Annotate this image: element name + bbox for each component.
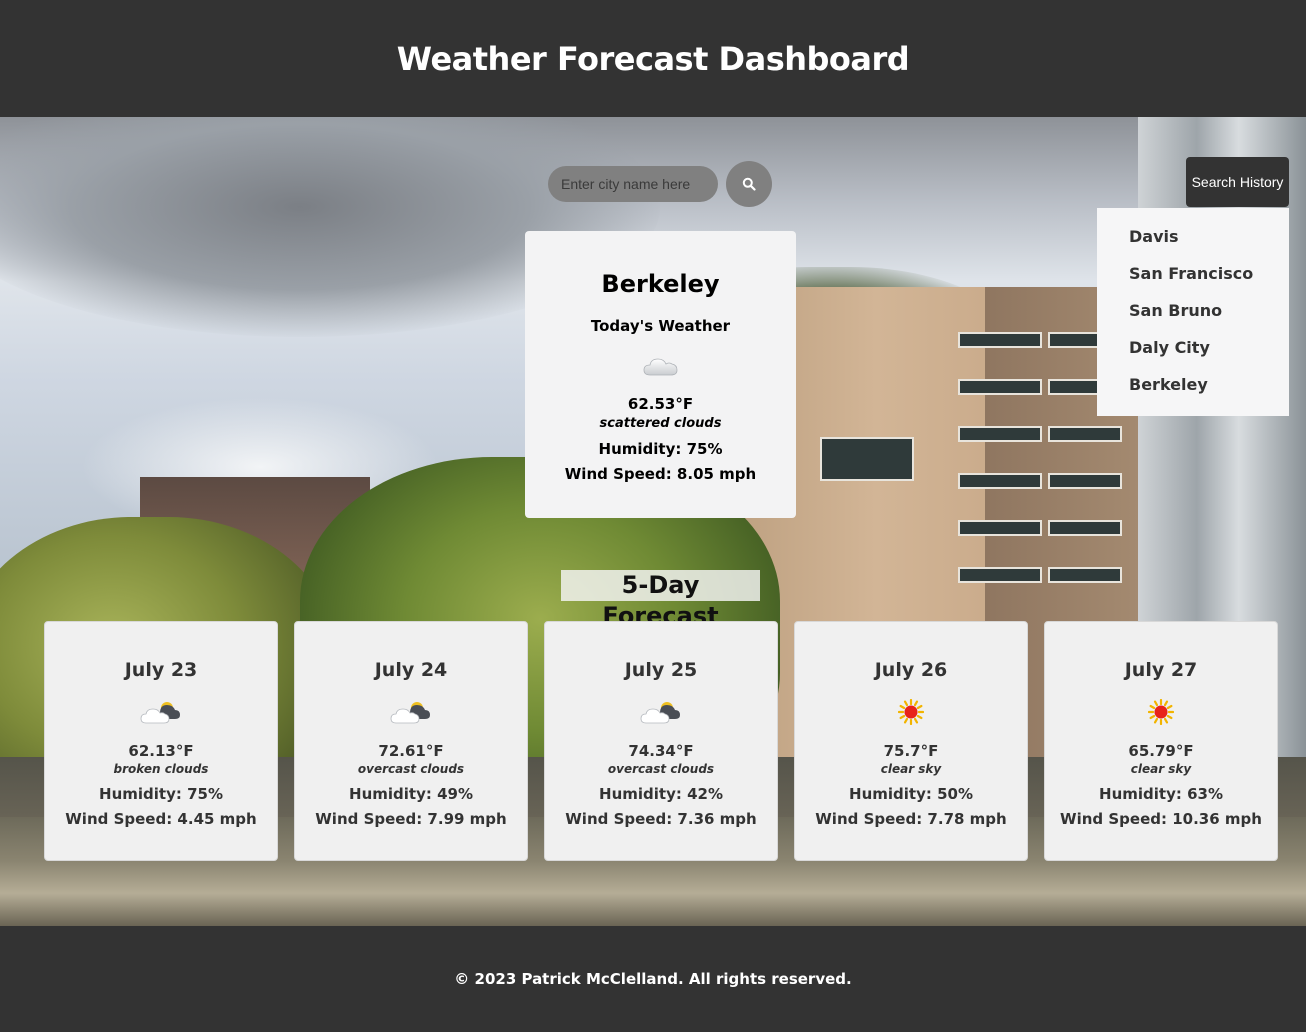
today-city: Berkeley (601, 270, 720, 298)
forecast-date: July 26 (874, 659, 948, 681)
forecast-temperature: 74.34°F (628, 742, 694, 760)
forecast-date: July 23 (124, 659, 198, 681)
forecast-description: clear sky (1130, 762, 1192, 776)
forecast-temperature: 75.7°F (883, 742, 939, 760)
today-description: scattered clouds (599, 416, 722, 431)
today-temperature: 62.53°F (627, 395, 694, 413)
search-history-button[interactable]: Search History (1186, 157, 1289, 207)
forecast-humidity: Humidity: 42% (599, 785, 723, 803)
search-button[interactable] (726, 161, 772, 207)
sun-icon (795, 694, 1027, 730)
search-history-list: Davis San Francisco San Bruno Daly City Berk… (1097, 208, 1289, 416)
today-wind-speed: Wind Speed: 8.05 mph (564, 465, 757, 483)
sun-icon (1045, 694, 1277, 730)
history-item[interactable]: San Francisco (1129, 255, 1289, 292)
today-weather-card: Berkeley Today's Weather 62.53°F scatter… (525, 231, 796, 518)
history-item[interactable]: Davis (1129, 218, 1289, 255)
search-icon (742, 177, 756, 191)
forecast-date: July 25 (624, 659, 698, 681)
forecast-description: overcast clouds (357, 762, 465, 776)
forecast-cards: July 23 62.13°F broken clouds Humidity: 75%… (44, 621, 1278, 861)
forecast-date: July 24 (374, 659, 448, 681)
page-footer: © 2023 Patrick McClelland. All rights re… (0, 926, 1306, 1032)
page-title: Weather Forecast Dashboard (396, 39, 910, 78)
search-input[interactable] (548, 166, 718, 202)
history-item[interactable]: Daly City (1129, 329, 1289, 366)
sun-behind-cloud-icon (295, 694, 527, 730)
today-label: Today's Weather (590, 317, 731, 335)
forecast-card: July 24 72.61°F overcast clouds Humidity: 4… (294, 621, 528, 861)
forecast-humidity: Humidity: 50% (849, 785, 973, 803)
forecast-description: clear sky (880, 762, 942, 776)
forecast-card: July 23 62.13°F broken clouds Humidity: 75%… (44, 621, 278, 861)
forecast-wind-speed: Wind Speed: 7.78 mph (815, 810, 1007, 828)
history-item[interactable]: San Bruno (1129, 292, 1289, 329)
main-content: Search History DavisSan FranciscoSan Bru… (0, 117, 1306, 926)
history-item[interactable]: Berkeley (1129, 366, 1289, 403)
forecast-humidity: Humidity: 63% (1099, 785, 1223, 803)
search-bar (548, 161, 772, 207)
forecast-wind-speed: Wind Speed: 10.36 mph (1060, 810, 1262, 828)
forecast-humidity: Humidity: 75% (99, 785, 223, 803)
forecast-wind-speed: Wind Speed: 7.36 mph (565, 810, 757, 828)
page-header: Weather Forecast Dashboard (0, 0, 1306, 117)
forecast-temperature: 72.61°F (378, 742, 444, 760)
forecast-card: July 27 65.79°F clear sky Humidity: 63% Wind… (1044, 621, 1278, 861)
today-humidity: Humidity: 75% (598, 440, 723, 458)
sun-behind-cloud-icon (545, 694, 777, 730)
forecast-temperature: 62.13°F (128, 742, 194, 760)
forecast-card: July 25 74.34°F overcast clouds Humidity: 4… (544, 621, 778, 861)
cloud-icon (525, 349, 796, 383)
sun-behind-cloud-icon (45, 694, 277, 730)
footer-copyright: © 2023 Patrick McClelland. All rights re… (454, 970, 852, 988)
forecast-humidity: Humidity: 49% (349, 785, 473, 803)
forecast-date: July 27 (1124, 659, 1198, 681)
forecast-wind-speed: Wind Speed: 7.99 mph (315, 810, 507, 828)
forecast-temperature: 65.79°F (1128, 742, 1194, 760)
forecast-description: broken clouds (113, 762, 209, 776)
forecast-wind-speed: Wind Speed: 4.45 mph (65, 810, 257, 828)
forecast-title: 5-Day Forecast (561, 570, 760, 630)
forecast-description: overcast clouds (607, 762, 715, 776)
forecast-card: July 26 75.7°F clear sky Humidity: 50% Wind … (794, 621, 1028, 861)
